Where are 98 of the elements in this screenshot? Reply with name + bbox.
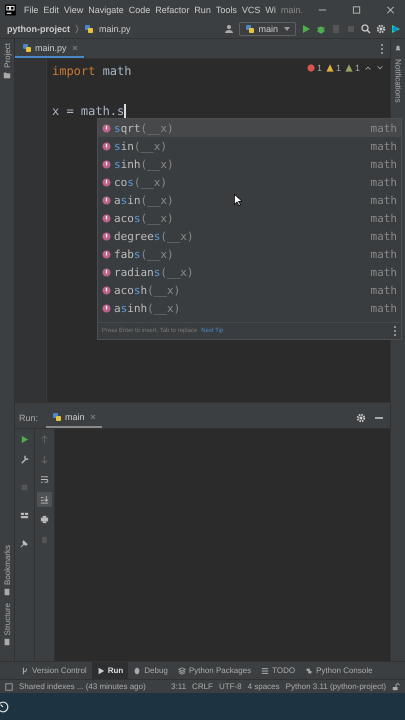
notifications-tool-tab[interactable]: Notifications (394, 59, 402, 103)
close-icon[interactable] (90, 414, 96, 420)
completion-item[interactable]: sqrt(__x) math (98, 119, 401, 137)
completion-item[interactable]: fabs(__x) math (98, 245, 401, 263)
next-icon[interactable] (376, 64, 384, 72)
function-icon (102, 178, 111, 186)
tool-window-tab[interactable]: Python Console (300, 662, 378, 679)
menu-item[interactable]: Edit (43, 4, 59, 14)
menu-item[interactable]: View (64, 4, 84, 14)
completion-item[interactable]: asin(__x) math (98, 191, 401, 209)
close-icon[interactable] (72, 44, 78, 50)
tool-window-tab[interactable]: Run (92, 662, 128, 679)
menu-item[interactable]: Navigate (88, 4, 124, 14)
side-tool-tab[interactable]: Structure (2, 602, 12, 635)
window-title: main. (280, 4, 303, 14)
previous-icon[interactable] (364, 64, 372, 72)
bug-icon[interactable] (316, 24, 326, 34)
settings-icon[interactable] (376, 24, 386, 34)
menu-item[interactable]: Run (194, 4, 211, 14)
tool-window-icon[interactable] (3, 638, 11, 646)
function-icon (102, 232, 111, 240)
status-message: Shared indexes ... (43 minutes ago) (19, 682, 146, 691)
branch-icon (21, 666, 29, 674)
list-icon (261, 666, 270, 674)
clock-icon[interactable] (0, 700, 9, 712)
function-icon (102, 250, 111, 258)
function-icon (102, 124, 111, 132)
maximize-icon[interactable] (352, 4, 361, 14)
project-breadcrumb[interactable]: python-project (7, 24, 70, 34)
more-icon[interactable] (380, 42, 384, 54)
menu-item[interactable]: Refactor (155, 4, 190, 14)
status-item[interactable]: Python 3.11 (python-project) (286, 682, 386, 691)
python-file-icon (22, 42, 32, 52)
completion-item[interactable]: sin(__x) math (98, 137, 401, 155)
layers-icon (178, 666, 186, 674)
menu-item[interactable]: VCS (242, 4, 260, 14)
tool-window-tab[interactable]: Version Control (16, 662, 92, 679)
breadcrumb-separator-icon (75, 24, 79, 34)
menu-item[interactable]: Tools (216, 4, 237, 14)
bell-icon[interactable] (394, 44, 402, 52)
project-tool-tab[interactable]: Project (2, 43, 12, 68)
more-icon[interactable] (393, 325, 397, 337)
close-icon[interactable] (386, 4, 396, 14)
code-line: x = math.s (52, 103, 124, 120)
app-logo-icon (5, 4, 16, 16)
code-line: import math (52, 63, 132, 80)
run-icon[interactable] (19, 434, 30, 445)
menu-item[interactable]: File (24, 4, 38, 14)
function-icon (102, 196, 111, 204)
inspection-count[interactable]: 1 (306, 63, 322, 73)
run-icon[interactable] (301, 24, 311, 34)
run-label: Run: (19, 413, 38, 423)
function-icon (102, 142, 111, 150)
completion-item[interactable]: sinh(__x) math (98, 155, 401, 173)
scroll-to-end-icon[interactable] (37, 492, 52, 507)
mouse-cursor-icon (234, 194, 242, 206)
completion-item[interactable]: degrees(__x) math (98, 227, 401, 245)
status-item[interactable]: 4 spaces (248, 682, 280, 691)
layout-icon[interactable] (19, 510, 30, 521)
lock-icon[interactable] (392, 682, 400, 690)
completion-item[interactable]: radians(__x) math (98, 263, 401, 281)
python-file-icon (84, 24, 94, 34)
tool-window-tab[interactable]: TODO (256, 662, 300, 679)
file-breadcrumb[interactable]: main.py (99, 24, 131, 34)
soft-wrap-icon[interactable] (39, 474, 50, 485)
completion-item[interactable]: asinh(__x) math (98, 299, 401, 317)
user-icon[interactable] (224, 24, 234, 34)
tool-window-icon[interactable] (3, 588, 11, 596)
inspection-count[interactable]: 1 (344, 63, 360, 73)
run-config-dropdown[interactable]: main (239, 22, 296, 36)
tool-window-tab[interactable]: Python Packages (172, 662, 256, 679)
completion-item[interactable]: acos(__x) math (98, 209, 401, 227)
function-icon (102, 286, 111, 294)
status-item[interactable]: 3:11 (171, 682, 186, 691)
function-icon (102, 304, 111, 312)
inspection-count[interactable]: 1 (326, 63, 341, 73)
panel-toggle-icon[interactable] (5, 682, 13, 690)
search-icon[interactable] (361, 24, 371, 34)
print-icon[interactable] (39, 514, 50, 525)
completion-item[interactable]: acosh(__x) math (98, 281, 401, 299)
side-tool-tab[interactable]: Bookmarks (2, 544, 12, 585)
function-icon (102, 160, 111, 168)
play-icon (96, 666, 105, 674)
status-item[interactable]: UTF-8 (218, 682, 242, 691)
pin-icon[interactable] (19, 538, 30, 549)
plugin-logo-icon[interactable] (391, 24, 401, 34)
tool-window-tab[interactable]: Debug (128, 662, 173, 679)
settings-icon[interactable] (356, 413, 366, 423)
function-icon (102, 268, 111, 276)
function-icon (102, 214, 111, 222)
menu-item[interactable]: Wi (265, 4, 276, 14)
completion-item[interactable]: cos(__x) math (98, 173, 401, 191)
menu-item[interactable]: Code (128, 4, 150, 14)
caret-icon (284, 26, 290, 30)
status-item[interactable]: CRLF (192, 682, 213, 691)
folder-icon[interactable] (3, 70, 11, 79)
wrench-icon[interactable] (19, 454, 30, 465)
bug-icon (133, 666, 142, 674)
